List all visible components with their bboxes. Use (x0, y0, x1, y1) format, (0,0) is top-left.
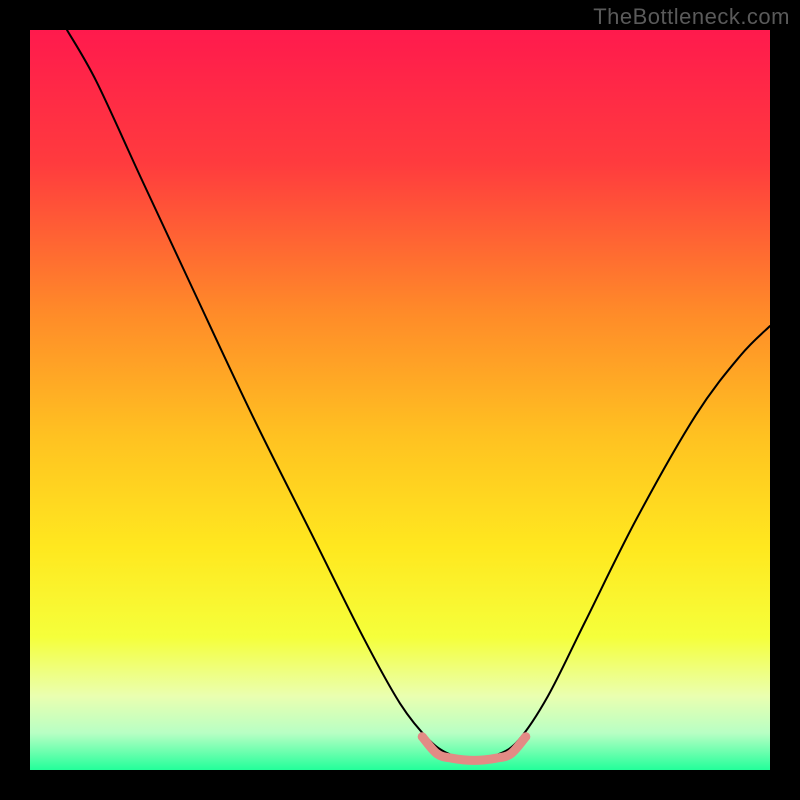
watermark-text: TheBottleneck.com (593, 4, 790, 30)
bottleneck-chart (0, 0, 800, 800)
chart-frame: TheBottleneck.com (0, 0, 800, 800)
gradient-background (30, 30, 770, 770)
